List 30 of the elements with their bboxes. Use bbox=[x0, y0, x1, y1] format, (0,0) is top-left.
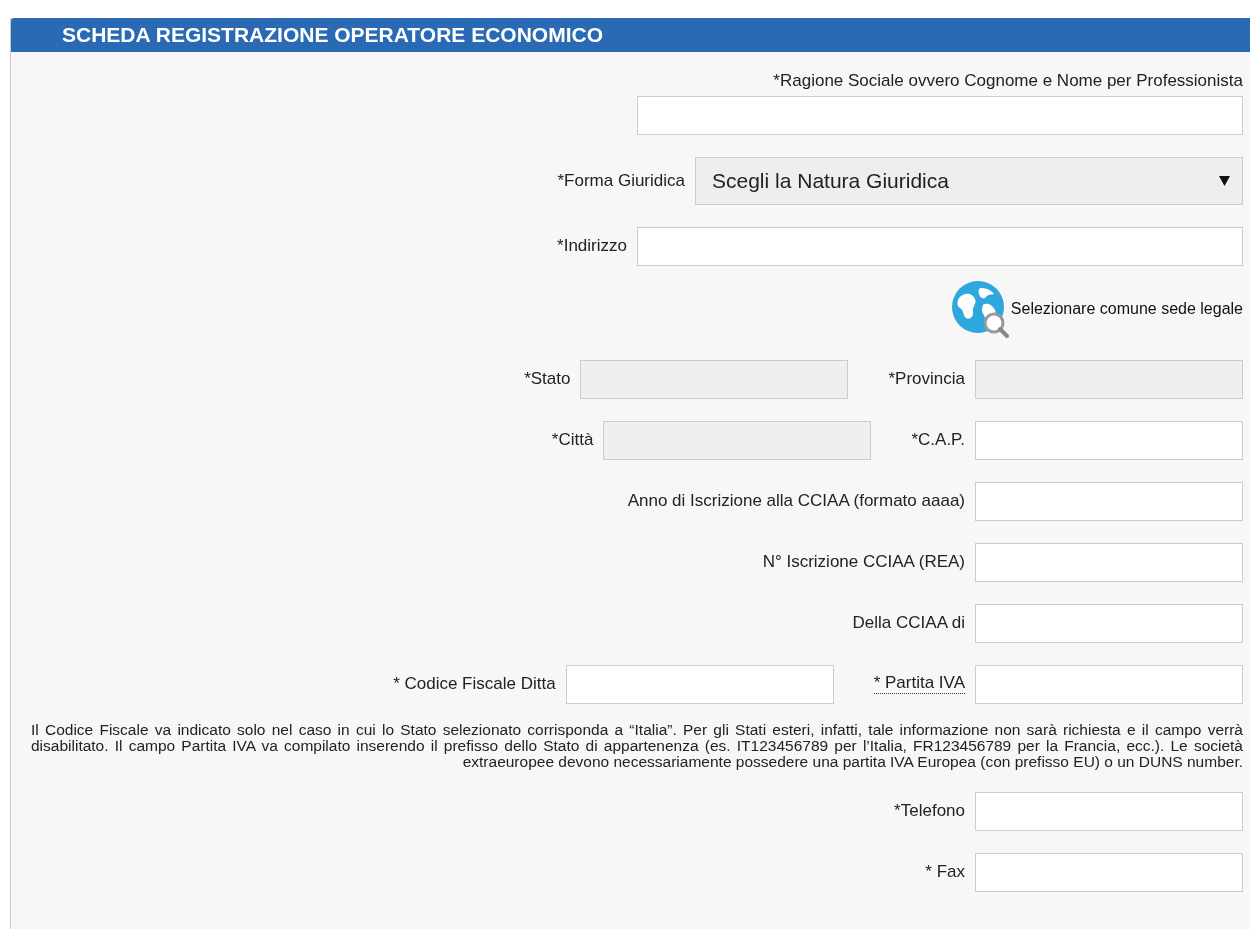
field-label: Della CCIAA di bbox=[852, 612, 965, 635]
field-label: *Ragione Sociale ovvero Cognome e Nome per Professionista bbox=[773, 70, 1243, 92]
input-field[interactable] bbox=[975, 420, 1243, 460]
input-field[interactable] bbox=[975, 542, 1243, 582]
field-label: *Stato bbox=[524, 368, 571, 391]
field-label: *C.A.P. bbox=[911, 429, 965, 452]
field-label: *Forma Giuridica bbox=[557, 169, 685, 192]
caret-icon bbox=[1219, 175, 1230, 186]
input-field[interactable] bbox=[565, 664, 834, 704]
input-field[interactable] bbox=[637, 95, 1243, 135]
field-label: *Telefono bbox=[894, 800, 965, 823]
field-label: *Indirizzo bbox=[557, 235, 627, 258]
input-field[interactable] bbox=[975, 852, 1243, 892]
field-label: * Fax bbox=[925, 861, 965, 884]
field-label: *Provincia bbox=[888, 368, 965, 391]
field-label: * Codice Fiscale Ditta bbox=[393, 673, 556, 696]
input-field[interactable] bbox=[637, 226, 1243, 266]
input-field[interactable] bbox=[975, 791, 1243, 831]
input-field[interactable] bbox=[975, 481, 1243, 521]
info-paragraph: Il Codice Fiscale va indicato solo nel caso in cui lo Stato selezionato corrisponda a “Italia”. Per gli Stati esteri, infatti, tale informazione non sarà richiesta e il campo verrà disabilitato. Il campo Partita IVA va compilato inserendo il prefisso dello Stato di appartenenza (es. IT123456789 per l’Italia, FR123456789 per la Francia, ecc.). Le società extraeuropee devono necessariamente possedere una partita IVA Europea (con prefisso EU) o un DUNS number. bbox=[30, 721, 1244, 770]
panel-header: SCHEDA REGISTRAZIONE OPERATORE ECONOMICO bbox=[11, 18, 1250, 52]
link[interactable]: Selezionare comune sede legale bbox=[1010, 296, 1243, 321]
globe-search-icon[interactable] bbox=[950, 279, 1009, 338]
field-label: * Partita IVA bbox=[873, 674, 965, 694]
dropdown[interactable]: Scegli la Natura Giuridica bbox=[695, 156, 1243, 205]
field-label: *Città bbox=[551, 429, 594, 452]
field-label: N° Iscrizione CCIAA (REA) bbox=[762, 551, 965, 574]
field-label: Anno di Iscrizione alla CCIAA (formato aaaa) bbox=[627, 490, 965, 513]
input-field[interactable] bbox=[975, 664, 1243, 704]
input-field[interactable] bbox=[975, 603, 1243, 643]
